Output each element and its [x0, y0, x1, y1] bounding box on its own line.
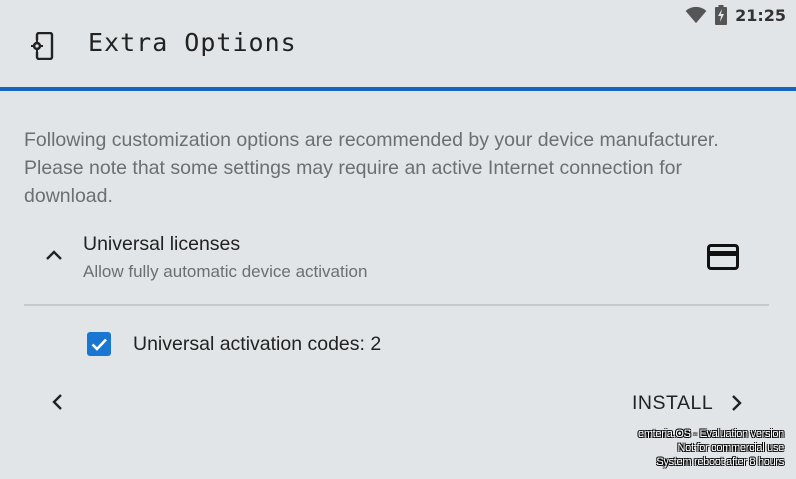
page-title: Extra Options [88, 28, 297, 57]
install-label: INSTALL [632, 391, 714, 414]
watermark-line-2: Not for commercial use [677, 442, 785, 454]
credit-card-icon [707, 244, 739, 270]
chevron-right-icon [732, 395, 742, 411]
section-title: Universal licenses [83, 233, 241, 255]
watermark-line-3: System reboot after 8 hours [656, 456, 784, 468]
universal-licenses-section[interactable]: Universal licenses Allow fully automatic… [24, 230, 769, 306]
description-text: Following customization options are reco… [24, 129, 719, 207]
activation-codes-option[interactable]: Universal activation codes: 2 [87, 330, 381, 358]
chevron-left-icon[interactable] [46, 390, 70, 414]
watermark-line-1: emteria.OS - Evaluation version [638, 428, 784, 440]
setup-screen: 21:25 Extra Options Following customizat… [0, 0, 796, 479]
phone-settings-icon [30, 32, 54, 60]
section-subtitle: Allow fully automatic device activation [83, 262, 368, 281]
title-bar: Extra Options [0, 0, 796, 91]
checkmark-icon [91, 338, 107, 351]
activation-codes-checkbox[interactable] [87, 332, 111, 356]
install-button[interactable]: INSTALL [632, 388, 747, 418]
chevron-up-icon[interactable] [44, 248, 64, 262]
evaluation-watermark: emteria.OS - Evaluation version Not for … [638, 427, 784, 469]
activation-codes-label: Universal activation codes: 2 [133, 332, 382, 355]
